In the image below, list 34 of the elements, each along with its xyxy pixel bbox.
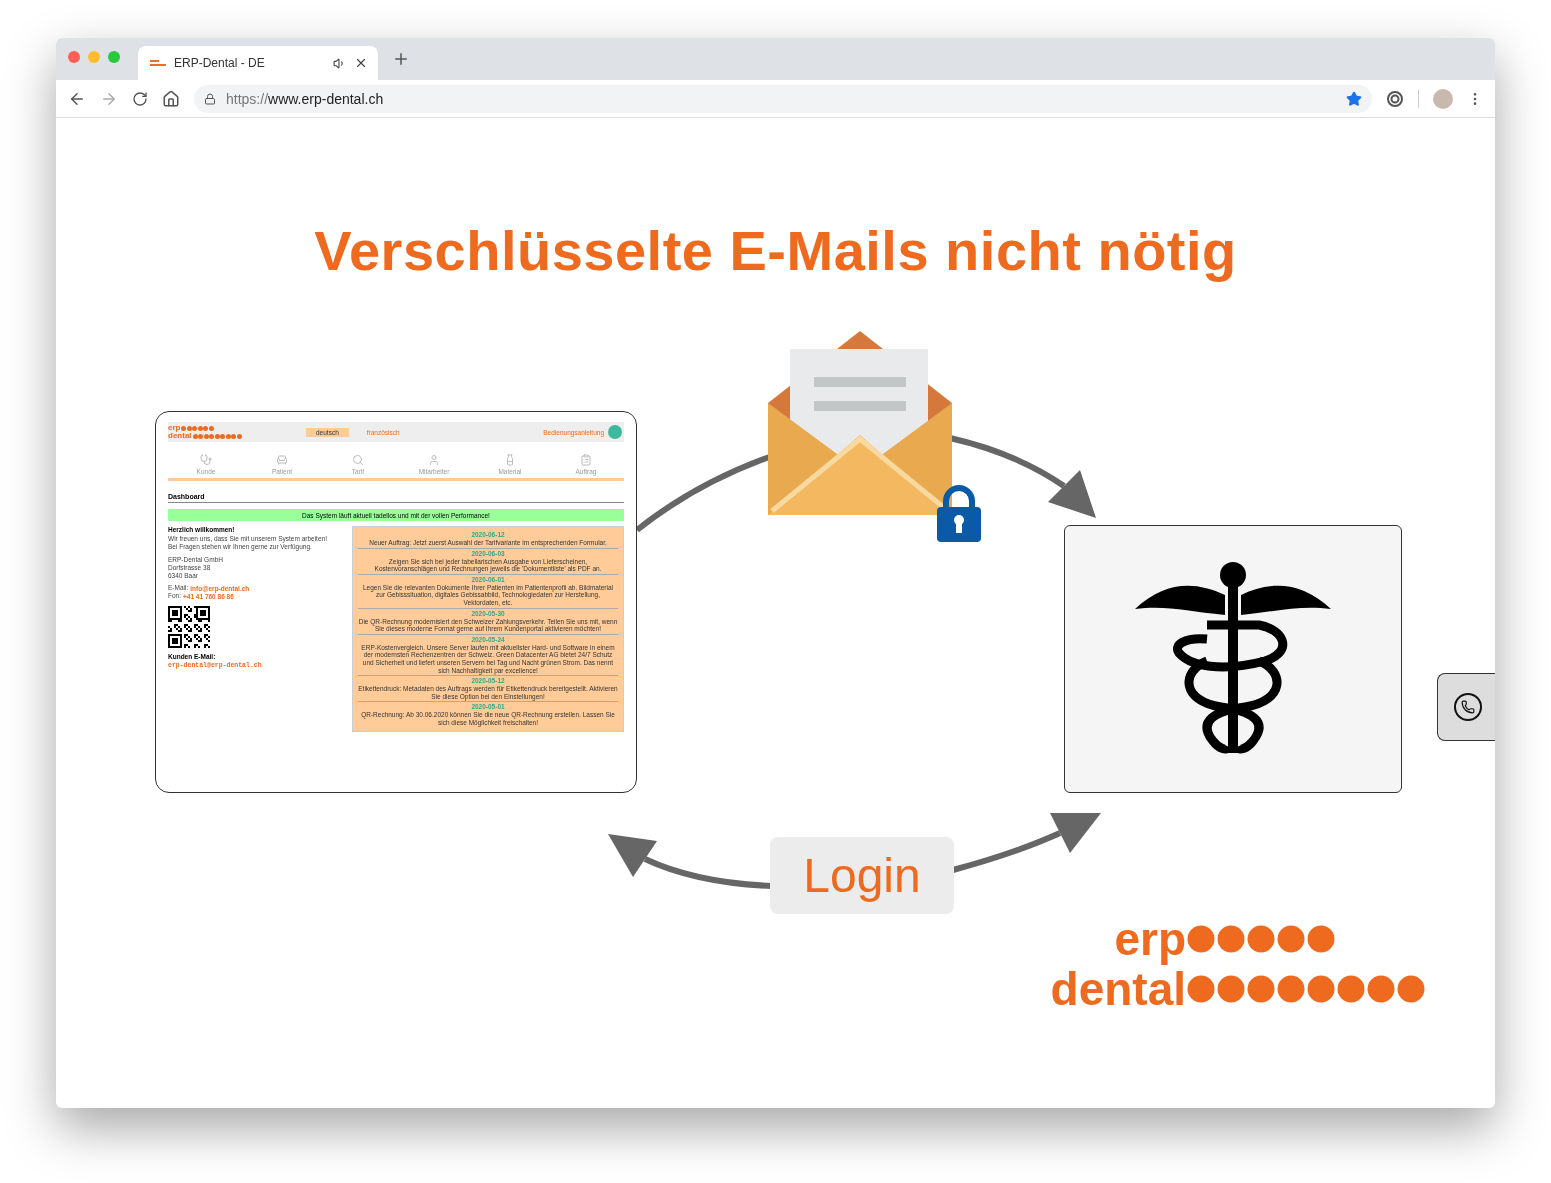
stethoscope-icon <box>200 454 212 466</box>
address-bar[interactable]: https://www.erp-dental.ch <box>194 84 1372 113</box>
new-tab-button[interactable] <box>392 50 410 68</box>
home-icon <box>162 89 180 108</box>
star-icon[interactable] <box>1346 90 1362 107</box>
jar-icon <box>504 454 516 466</box>
dots-icon <box>192 433 242 439</box>
logo-text: dental <box>1050 966 1186 1012</box>
speaker-icon[interactable] <box>333 56 346 70</box>
dots-icon <box>181 425 214 431</box>
reload-icon <box>132 90 148 107</box>
close-icon[interactable] <box>354 56 368 70</box>
clipboard-icon <box>580 454 592 466</box>
dots-icon <box>1186 924 1336 954</box>
url-text: https://www.erp-dental.ch <box>226 90 385 107</box>
logo-text: erp <box>168 424 181 432</box>
tab-title: ERP-Dental - DE <box>174 56 266 70</box>
qr-code-icon <box>168 606 210 648</box>
search-icon <box>352 454 364 466</box>
user-icon <box>428 454 440 466</box>
logo-text: dental <box>168 432 192 440</box>
login-button[interactable]: Login <box>770 837 954 914</box>
chair-icon <box>276 454 288 466</box>
phone-button[interactable] <box>1437 673 1495 741</box>
browser-tab[interactable]: ERP-Dental - DE <box>138 46 378 80</box>
plus-icon <box>392 50 410 68</box>
padlock-icon <box>936 485 982 543</box>
phone-icon <box>1460 700 1475 714</box>
favicon-icon <box>150 60 166 66</box>
lock-icon <box>204 92 216 105</box>
reload-button[interactable] <box>132 90 148 107</box>
headline: Verschlüsselte E-Mails nicht nötig <box>313 218 1238 283</box>
home-button[interactable] <box>162 89 180 108</box>
dots-icon <box>1186 974 1426 1004</box>
